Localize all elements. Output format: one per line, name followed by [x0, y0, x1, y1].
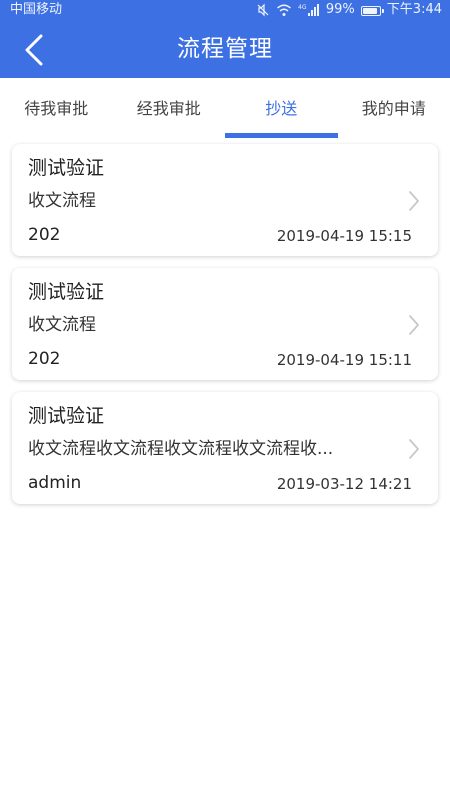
- item-user: admin: [28, 473, 82, 493]
- tab-pending-approval[interactable]: 待我审批: [0, 78, 113, 138]
- process-list: 测试验证 收文流程 202 2019-04-19 15:15 测试验证 收文流程…: [12, 144, 438, 516]
- battery-icon: [360, 5, 384, 16]
- app-header: 中国移动 4G 99% 下午3:44 流程管理: [0, 0, 450, 78]
- status-bar: 中国移动 4G 99% 下午3:44: [0, 0, 450, 20]
- chevron-right-icon: [404, 188, 424, 214]
- item-date: 2019-03-12 14:21: [276, 475, 412, 493]
- item-user: 202: [28, 225, 61, 245]
- chevron-right-icon: [404, 436, 424, 462]
- list-item[interactable]: 测试验证 收文流程 202 2019-04-19 15:11: [12, 268, 438, 380]
- item-user: 202: [28, 349, 61, 369]
- tab-label: 经我审批: [136, 99, 201, 118]
- battery-percent: 99%: [325, 2, 355, 17]
- list-item[interactable]: 测试验证 收文流程收文流程收文流程收文流程收... admin 2019-03-…: [12, 392, 438, 504]
- mute-icon: [256, 0, 270, 20]
- tab-my-applications[interactable]: 我的申请: [338, 78, 450, 138]
- list-item[interactable]: 测试验证 收文流程 202 2019-04-19 15:15: [12, 144, 438, 256]
- status-indicators: 4G 99% 下午3:44: [256, 0, 442, 20]
- item-date: 2019-04-19 15:11: [276, 351, 412, 369]
- tab-label: 抄送: [265, 99, 298, 118]
- carrier-name: 中国移动: [10, 2, 63, 17]
- active-tab-indicator: [225, 133, 338, 138]
- nav-bar: 流程管理: [0, 20, 450, 78]
- tab-label: 我的申请: [361, 99, 426, 118]
- clock: 下午3:44: [386, 2, 442, 17]
- battery-level: [362, 7, 377, 14]
- page-title: 流程管理: [177, 36, 273, 62]
- tab-bar: 待我审批 经我审批 抄送 我的申请: [0, 78, 450, 138]
- item-process-name: 收文流程: [28, 191, 96, 211]
- network-type: 4G: [298, 4, 307, 11]
- item-date: 2019-04-19 15:15: [276, 227, 412, 245]
- tab-label: 待我审批: [24, 99, 89, 118]
- tab-cc[interactable]: 抄送: [225, 78, 338, 138]
- item-process-name: 收文流程: [28, 315, 96, 335]
- item-title: 测试验证: [28, 405, 105, 427]
- item-title: 测试验证: [28, 281, 105, 303]
- chevron-right-icon: [404, 312, 424, 338]
- tab-approved-by-me[interactable]: 经我审批: [113, 78, 226, 138]
- item-process-name: 收文流程收文流程收文流程收文流程收...: [28, 439, 334, 459]
- wifi-icon: [276, 0, 292, 20]
- item-title: 测试验证: [28, 157, 105, 179]
- signal-icon: 4G: [298, 0, 320, 20]
